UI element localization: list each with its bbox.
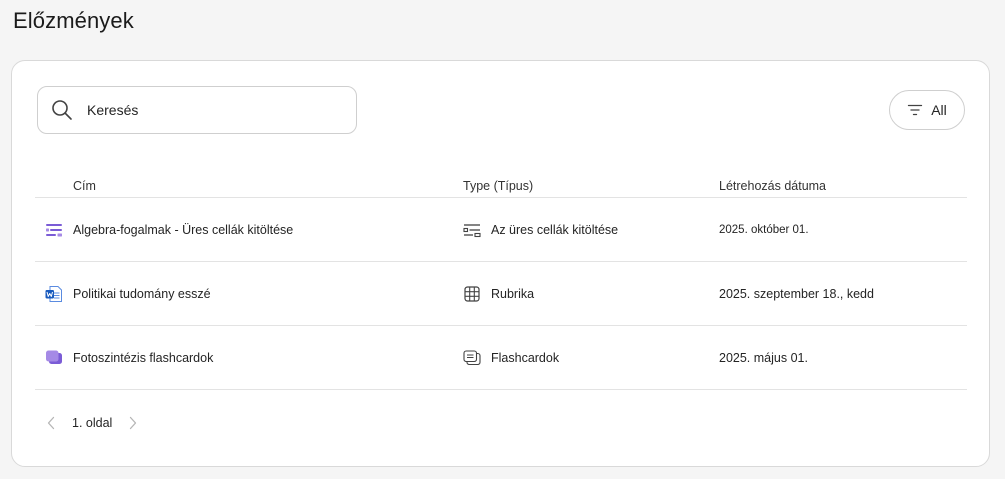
row-type-cell: Az üres cellák kitöltése (463, 198, 618, 262)
table-header: Cím Type (Típus) Létrehozás dátuma (35, 169, 967, 198)
row-date-cell: 2025. szeptember 18., kedd (719, 262, 874, 326)
row-date-cell: 2025. október 01. (719, 198, 809, 262)
chevron-left-icon (47, 416, 55, 430)
row-date-cell: 2025. május 01. (719, 326, 808, 390)
row-type-cell: Flashcardok (463, 326, 559, 390)
row-title-cell[interactable]: Fotoszintézis flashcardok (45, 326, 213, 390)
table-row[interactable]: Politikai tudomány esszé Rubrika 2025. s… (35, 262, 967, 326)
column-header-date[interactable]: Létrehozás dátuma (719, 179, 826, 193)
row-type-cell: Rubrika (463, 262, 534, 326)
search-box[interactable] (37, 86, 357, 134)
table-row[interactable]: Fotoszintézis flashcardok Flashcardok 20… (35, 326, 967, 390)
chevron-right-icon (130, 416, 137, 430)
flashcards-icon (46, 350, 62, 364)
row-title-cell[interactable]: Politikai tudomány esszé (45, 262, 211, 326)
grid-table-icon (464, 286, 480, 302)
row-type: Flashcardok (491, 351, 560, 365)
page-label: 1. oldal (72, 416, 113, 430)
column-header-type[interactable]: Type (Típus) (463, 179, 533, 193)
fill-blanks-icon (46, 224, 62, 237)
row-title: Algebra-fogalmak - Üres cellák kitöltése (73, 223, 294, 237)
row-date: 2025. október 01. (719, 224, 809, 236)
row-type: Az üres cellák kitöltése (491, 223, 619, 237)
row-date: 2025. szeptember 18., kedd (719, 287, 874, 301)
table-row[interactable]: Algebra-fogalmak - Üres cellák kitöltése… (35, 198, 967, 262)
fill-blanks-outline-icon (463, 224, 481, 238)
filter-label: All (931, 102, 947, 118)
history-table: Cím Type (Típus) Létrehozás dátuma Algeb… (35, 169, 967, 390)
filter-icon (908, 104, 923, 116)
row-title: Politikai tudomány esszé (73, 287, 211, 301)
next-page-button[interactable] (126, 413, 140, 433)
word-document-icon (45, 286, 62, 302)
row-title-cell[interactable]: Algebra-fogalmak - Üres cellák kitöltése (45, 198, 293, 262)
page-title: Előzmények (13, 8, 134, 33)
search-input[interactable] (87, 99, 337, 121)
previous-page-button[interactable] (44, 413, 58, 433)
row-type: Rubrika (491, 287, 535, 301)
pagination: 1. oldal (44, 413, 140, 433)
search-icon (52, 100, 72, 120)
flashcards-outline-icon (463, 350, 481, 366)
history-card: All Cím Type (Típus) Létrehozás dátuma (11, 60, 990, 467)
row-date: 2025. május 01. (719, 351, 808, 365)
filter-button[interactable]: All (889, 90, 965, 130)
row-title: Fotoszintézis flashcardok (73, 351, 214, 365)
column-header-title[interactable]: Cím (73, 179, 96, 193)
